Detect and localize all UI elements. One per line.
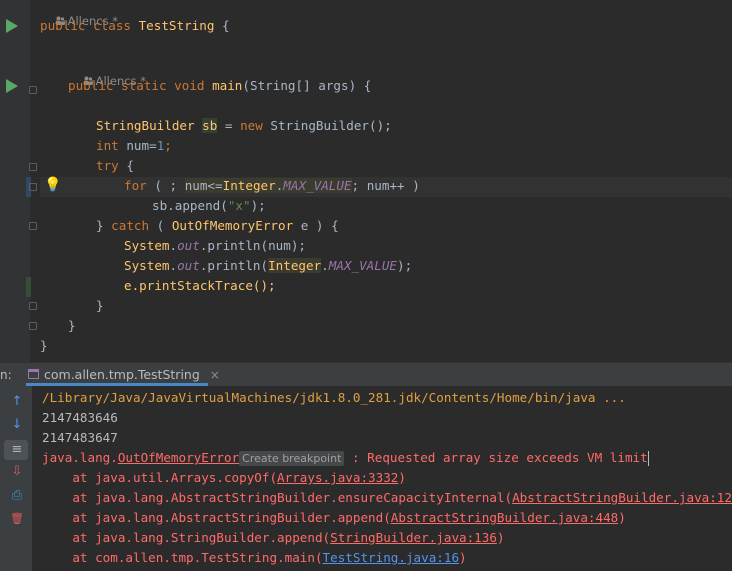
stack-trace-line: at java.lang.AbstractStringBuilder.ensur… xyxy=(42,488,732,508)
code-line: System.out.println(Integer.MAX_VALUE); xyxy=(124,258,413,273)
code-line: StringBuilder sb = new StringBuilder(); xyxy=(96,118,392,133)
close-icon[interactable]: × xyxy=(210,368,220,382)
code-line: } xyxy=(40,338,48,353)
text-caret xyxy=(647,451,649,466)
console-command-line: /Library/Java/JavaVirtualMachines/jdk1.8… xyxy=(42,390,626,405)
change-marker xyxy=(26,277,31,297)
author-hint[interactable]: Allencs * xyxy=(40,0,118,28)
source-link[interactable]: AbstractStringBuilder.java:448 xyxy=(391,510,618,525)
source-link[interactable]: AbstractStringBuilder.java:124 xyxy=(512,490,732,505)
code-line: try { xyxy=(96,158,134,173)
fold-icon[interactable] xyxy=(29,86,37,94)
stack-trace-line: at java.util.Arrays.copyOf(Arrays.java:3… xyxy=(42,470,406,485)
run-main-icon[interactable] xyxy=(6,79,18,93)
console-output-line: 2147483647 xyxy=(42,430,118,445)
scroll-to-end-icon[interactable]: ⇩ xyxy=(9,464,25,480)
source-link[interactable]: Arrays.java:3332 xyxy=(277,470,398,485)
down-arrow-icon[interactable]: ↓ xyxy=(9,417,25,433)
stack-trace-line: at java.lang.StringBuilder.append(String… xyxy=(42,530,505,545)
fold-icon[interactable] xyxy=(29,222,37,230)
code-line: sb.append("x"); xyxy=(152,198,266,213)
code-line: int num=1; xyxy=(96,138,172,153)
console-exception-line: java.lang.OutOfMemoryError Create breakpo… xyxy=(42,450,649,466)
code-line: public static void main(String[] args) { xyxy=(68,78,372,93)
fold-icon[interactable] xyxy=(29,163,37,171)
up-arrow-icon[interactable]: ↑ xyxy=(9,394,25,410)
code-line: System.out.println(num); xyxy=(124,238,306,253)
code-line: } xyxy=(96,298,104,313)
window-icon xyxy=(28,369,39,379)
fold-icon[interactable] xyxy=(29,302,37,310)
code-line: e.printStackTrace(); xyxy=(124,278,276,293)
stack-trace-line: at com.allen.tmp.TestString.main(TestStr… xyxy=(42,550,467,565)
tab-label: com.allen.tmp.TestString xyxy=(44,367,200,382)
run-label: n: xyxy=(0,368,12,382)
code-line: public class TestString { xyxy=(40,18,230,33)
author-hint[interactable]: Allencs * xyxy=(68,60,146,88)
create-breakpoint-hint[interactable]: Create breakpoint xyxy=(239,451,345,466)
code-line: for ( ; num<=Integer.MAX_VALUE; num++ ) xyxy=(124,178,420,193)
code-line: } xyxy=(68,318,76,333)
print-icon[interactable]: ⎙ xyxy=(9,488,25,504)
code-line: } catch ( OutOfMemoryError e ) { xyxy=(96,218,339,233)
source-link[interactable]: StringBuilder.java:136 xyxy=(330,530,497,545)
source-link[interactable]: TestString.java:16 xyxy=(323,550,459,565)
lightbulb-icon[interactable]: 💡 xyxy=(44,177,61,193)
soft-wrap-icon[interactable]: ≡ xyxy=(9,442,25,458)
fold-icon[interactable] xyxy=(29,183,37,191)
trash-icon[interactable]: 🗑 xyxy=(9,511,25,527)
fold-icon[interactable] xyxy=(29,322,37,330)
run-class-icon[interactable] xyxy=(6,19,18,33)
console-output-line: 2147483646 xyxy=(42,410,118,425)
exception-class-link[interactable]: OutOfMemoryError xyxy=(118,450,239,465)
code-editor[interactable]: 💡 Allencs * public class TestString { Al… xyxy=(0,0,732,362)
stack-trace-line: at java.lang.AbstractStringBuilder.appen… xyxy=(42,510,626,525)
